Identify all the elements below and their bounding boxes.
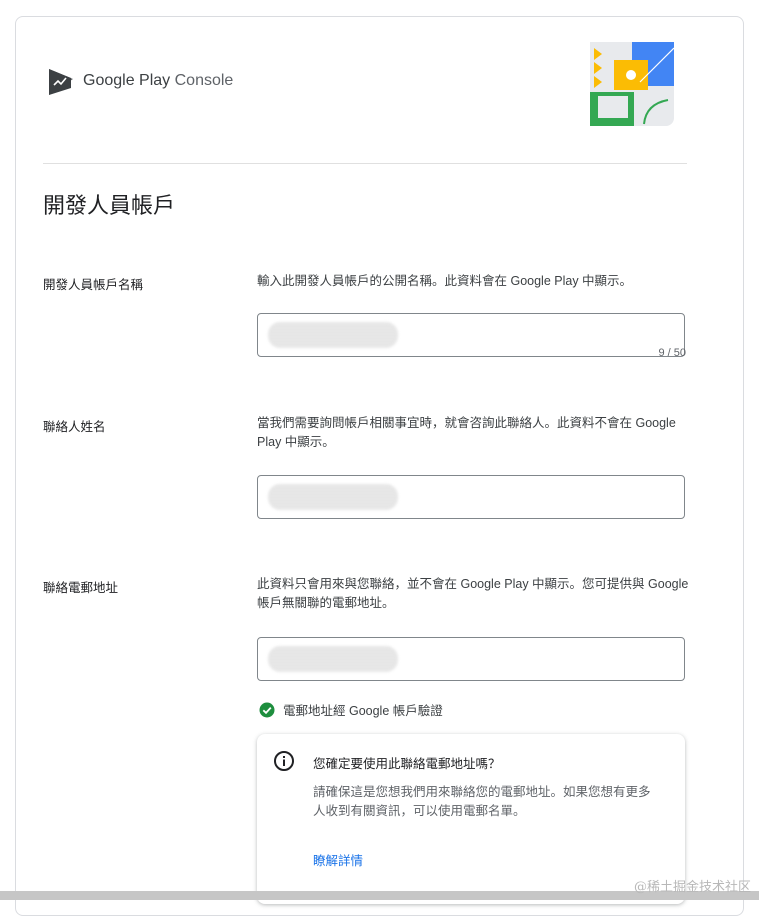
character-counter: 9 / 50 [658,347,686,359]
logo-text: Google Play Console [83,72,233,90]
redacted-value [268,646,398,672]
hero-illustration [590,42,674,126]
contact-name-input[interactable] [257,475,685,519]
info-box-title: 您確定要使用此聯絡電郵地址嗎？ [313,757,501,771]
contact-name-description: 當我們需要詢問帳戶相關事宜時，就會咨詢此聯絡人。此資料不會在 Google Pl… [257,416,676,449]
logo-word-google-play: Google Play [83,72,171,89]
redacted-value [268,484,398,510]
header-divider [43,163,687,164]
developer-name-label: 開發人員帳戶名稱 [43,278,144,292]
page-title: 開發人員帳戶 [43,193,176,218]
play-console-logo-icon [49,69,73,95]
play-console-logo: Google Play Console [47,66,233,96]
contact-email-label: 聯絡電郵地址 [43,581,119,595]
check-circle-icon [259,702,275,717]
email-verified-status: 電郵地址經 Google 帳戶驗證 [259,700,443,719]
logo-word-console: Console [174,72,234,89]
developer-name-description: 輸入此開發人員帳戶的公開名稱。此資料會在 Google Play 中顯示。 [257,274,633,288]
email-confirm-info-box: 您確定要使用此聯絡電郵地址嗎？ 請確保這是您想我們用來聯絡您的電郵地址。如果您想… [257,734,685,904]
learn-more-link[interactable]: 瞭解詳情 [313,850,363,869]
redacted-value [268,322,398,348]
info-box-body: 請確保這是您想我們用來聯絡您的電郵地址。如果您想有更多人收到有關資訊，可以使用電… [313,785,651,818]
info-icon [274,751,294,771]
watermark: @稀土掘金技术社区 [633,880,751,895]
contact-name-label: 聯絡人姓名 [43,420,106,434]
contact-email-input[interactable] [257,637,685,681]
contact-email-description: 此資料只會用來與您聯絡，並不會在 Google Play 中顯示。您可提供與 G… [257,577,689,610]
verified-text: 電郵地址經 Google 帳戶驗證 [283,704,443,718]
